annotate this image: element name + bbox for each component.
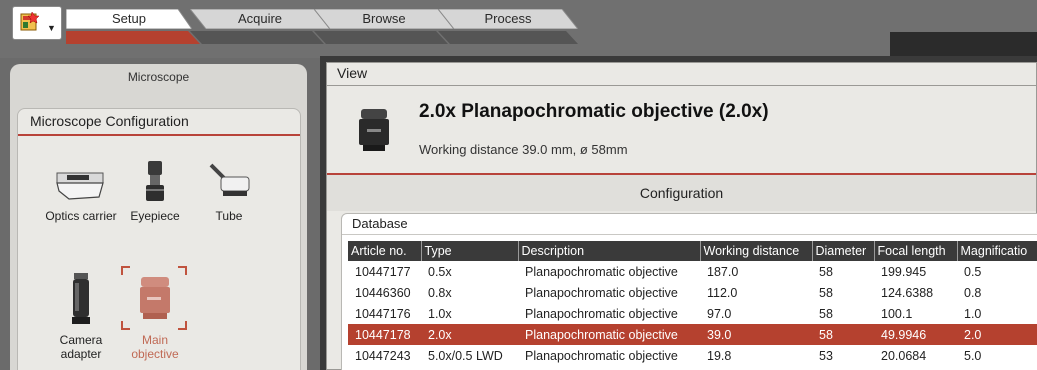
objective-title: 2.0x Planapochromatic objective (2.0x): [419, 101, 769, 122]
table-cell: Planapochromatic objective: [518, 324, 700, 345]
tube-icon: [209, 163, 250, 196]
tab-indicator-bar: [66, 31, 578, 44]
table-cell: 124.6388: [881, 285, 934, 300]
table-cell: 10447177: [355, 264, 411, 279]
divider: [342, 234, 1037, 235]
tab-label: Browse: [362, 11, 406, 26]
table-cell: 187.0: [707, 264, 739, 279]
table-cell: 58: [812, 324, 874, 345]
table-cell: 10447178: [348, 324, 421, 345]
microscope-panel: Microscope Microscope Configuration Opti…: [10, 64, 307, 370]
config-item-optics-carrier[interactable]: Optics carrier: [44, 159, 118, 223]
decorative-strip: [890, 32, 1037, 58]
tab-process[interactable]: Process: [438, 9, 578, 29]
objective-icon: [359, 109, 389, 151]
table-row[interactable]: 10447176 1.0x Planapochromatic objective…: [348, 303, 1037, 324]
divider: [18, 134, 300, 136]
table-cell: 97.0: [707, 306, 732, 321]
table-cell: 58: [819, 306, 833, 321]
table-cell: 1.0: [964, 306, 982, 321]
tab-label: Process: [484, 11, 532, 26]
table-header-row: Article no. Type Description Working dis…: [348, 241, 1037, 261]
table-cell: 5.0: [964, 348, 982, 363]
table-cell: 0.5: [964, 264, 982, 279]
table-cell: 199.945: [881, 264, 927, 279]
table-cell: 20.0684: [881, 348, 927, 363]
objective-subtitle: Working distance 39.0 mm, ø 58mm: [419, 142, 628, 157]
column-header[interactable]: Type: [421, 241, 519, 261]
main-objective-icon: [140, 277, 170, 319]
tab-label: Setup: [112, 11, 146, 26]
config-item-label: Main objective: [131, 333, 179, 361]
config-item-tube[interactable]: Tube: [192, 159, 266, 223]
view-panel-frame: View 2.0x Planapochromatic objective (2.…: [320, 56, 1037, 370]
config-item-camera-adapter[interactable]: Camera adapter: [44, 271, 118, 361]
chevron-down-icon: ▼: [47, 23, 56, 33]
table-cell: 1.0x: [428, 306, 452, 321]
config-item-label: Optics carrier: [45, 209, 117, 223]
table-cell: 10447176: [355, 306, 411, 321]
table-row[interactable]: 10447177 0.5x Planapochromatic objective…: [348, 261, 1037, 282]
table-cell: 19.8: [707, 348, 732, 363]
view-panel: View 2.0x Planapochromatic objective (2.…: [326, 62, 1037, 370]
config-item-label: Tube: [215, 209, 243, 223]
app-logo-icon: [20, 11, 40, 31]
table-cell: 58: [819, 285, 833, 300]
column-header[interactable]: Article no.: [348, 241, 422, 261]
table-cell: 10446360: [355, 285, 411, 300]
eyepiece-icon: [146, 161, 164, 201]
divider: [327, 85, 1036, 86]
table-cell: 49.9946: [874, 324, 957, 345]
config-item-main-objective[interactable]: Main objective: [118, 266, 192, 361]
table-cell: 112.0: [707, 285, 738, 300]
top-tab-bar: ▼ Setup Acquire Browse Process: [0, 0, 1037, 58]
table-cell: 5.0x/0.5 LWD: [428, 348, 503, 363]
microscope-configuration-group: Microscope Configuration Optics carrier …: [17, 108, 301, 370]
table-cell: Planapochromatic objective: [525, 285, 678, 300]
tab-setup[interactable]: Setup: [66, 9, 192, 29]
table-row-selected[interactable]: 10447178 2.0x Planapochromatic objective…: [348, 324, 1037, 345]
column-header[interactable]: Working distance: [700, 241, 813, 261]
view-title: View: [337, 65, 368, 81]
table-cell: 53: [819, 348, 833, 363]
column-header[interactable]: Focal length: [874, 241, 958, 261]
table-cell: Planapochromatic objective: [525, 306, 678, 321]
table-cell: Planapochromatic objective: [525, 264, 678, 279]
camera-adapter-icon: [72, 273, 90, 324]
table-cell: 0.5x: [428, 264, 452, 279]
panel-title: Microscope: [127, 70, 190, 84]
app-menu-button[interactable]: ▼: [12, 6, 62, 40]
column-header[interactable]: Magnificatio: [957, 241, 1037, 261]
configuration-header: Configuration: [327, 175, 1036, 211]
column-header[interactable]: Diameter: [812, 241, 875, 261]
config-item-label: Camera adapter: [59, 333, 103, 361]
table-cell: 39.0: [700, 324, 812, 345]
table-cell: 10447243: [355, 348, 411, 363]
config-item-label: Eyepiece: [130, 209, 180, 223]
column-header[interactable]: Description: [518, 241, 701, 261]
table-cell: 0.8x: [428, 285, 452, 300]
group-title: Microscope Configuration: [30, 113, 189, 129]
table-row[interactable]: 10446360 0.8x Planapochromatic objective…: [348, 282, 1037, 303]
table-row[interactable]: 10447243 5.0x/0.5 LWD Planapochromatic o…: [348, 345, 1037, 366]
table-cell: 0.8: [964, 285, 982, 300]
database-table: Article no. Type Description Working dis…: [348, 241, 1037, 366]
table-cell: 58: [819, 264, 833, 279]
table-cell: 100.1: [881, 306, 913, 321]
tab-acquire[interactable]: Acquire: [190, 9, 330, 29]
optics-carrier-icon: [56, 172, 104, 200]
table-cell: 2.0: [957, 324, 1037, 345]
tab-label: Acquire: [237, 11, 283, 26]
tab-browse[interactable]: Browse: [314, 9, 454, 29]
table-cell: Planapochromatic objective: [525, 348, 678, 363]
database-title: Database: [352, 216, 408, 231]
database-group: Database Article no. Type Description Wo…: [341, 213, 1037, 370]
config-item-eyepiece[interactable]: Eyepiece: [118, 159, 192, 223]
table-cell: 2.0x: [421, 324, 518, 345]
